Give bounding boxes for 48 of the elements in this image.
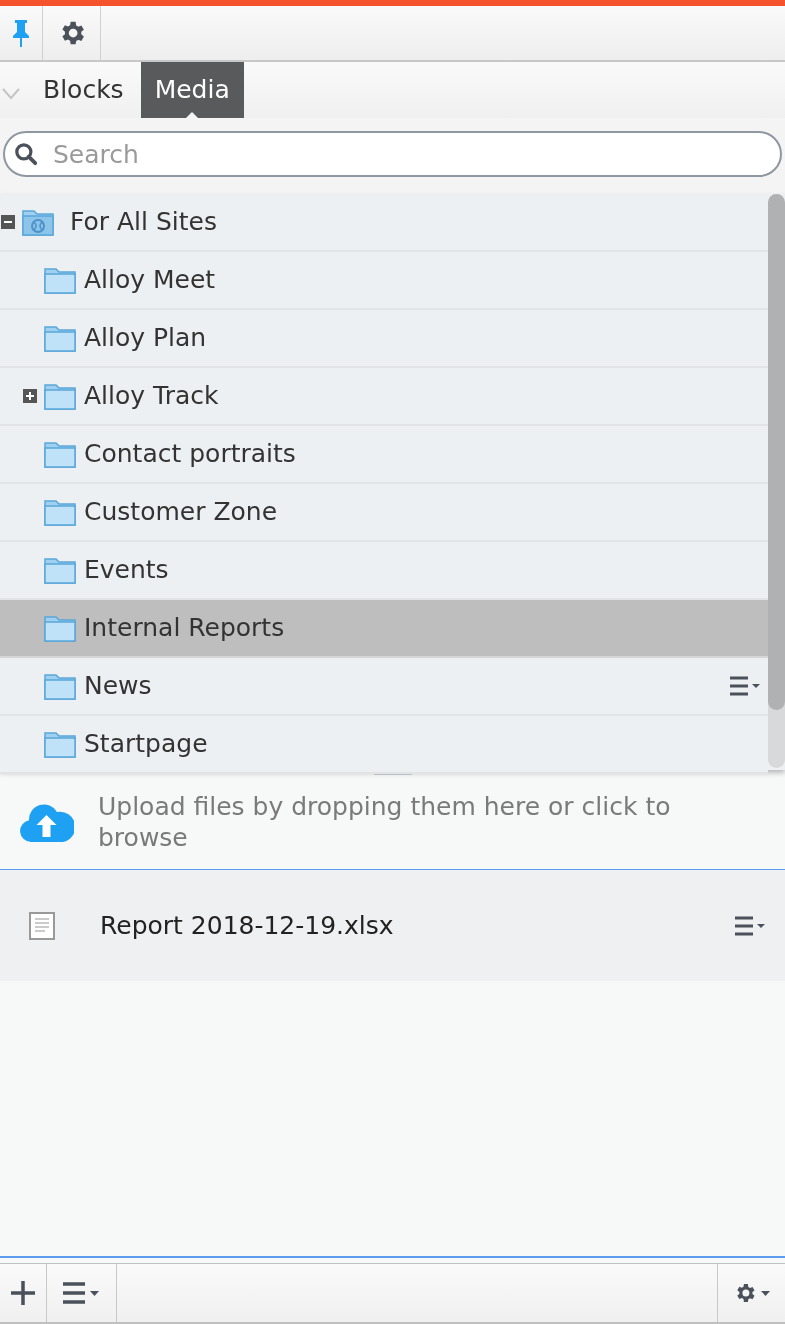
tree-item[interactable]: Contact portraits (0, 426, 768, 484)
collapse-icon[interactable] (0, 214, 16, 230)
resize-handle[interactable] (373, 772, 412, 775)
folder-icon (44, 730, 76, 758)
tree-item[interactable]: Events (0, 542, 768, 600)
tree-item-label: Contact portraits (84, 438, 296, 471)
scrollbar[interactable] (768, 194, 785, 768)
search-icon (13, 141, 39, 167)
tree-item[interactable]: Customer Zone (0, 484, 768, 542)
tree-item[interactable]: Alloy Track (0, 368, 768, 426)
file-item[interactable]: Report 2018-12-19.xlsx (0, 870, 785, 981)
tree-item-label: Events (84, 554, 169, 587)
tree-item[interactable]: Internal Reports (0, 600, 768, 658)
cloud-upload-icon (19, 802, 74, 842)
expand-icon[interactable] (22, 388, 38, 404)
tree-item-label: News (84, 670, 152, 703)
tree-item-label: Alloy Meet (84, 264, 216, 297)
folder-icon (44, 440, 76, 468)
tree-item-label: Internal Reports (84, 612, 285, 645)
menu-icon (62, 1282, 101, 1304)
tree-item[interactable]: News (0, 658, 768, 716)
tree-item-label: Startpage (84, 728, 208, 761)
tree-item[interactable]: Alloy Meet (0, 252, 768, 310)
folder-icon (44, 672, 76, 700)
tree-item[interactable]: For All Sites (0, 194, 768, 252)
tab[interactable]: Blocks (40, 62, 127, 118)
context-menu-icon[interactable] (735, 915, 767, 936)
file-name: Report 2018-12-19.xlsx (100, 909, 395, 942)
folder-icon (44, 498, 76, 526)
tree-item-label: Alloy Track (84, 380, 219, 413)
folder-icon (44, 614, 76, 642)
folder-icon (44, 266, 76, 294)
search-field[interactable]: Search (3, 131, 782, 177)
site-folder-icon (22, 208, 54, 236)
document-icon (29, 911, 55, 940)
tree-item-label: Customer Zone (84, 496, 278, 529)
tree-item-label: Alloy Plan (84, 322, 207, 355)
tab[interactable]: Media (140, 62, 244, 118)
tree-item-label: For All Sites (70, 206, 217, 239)
folder-icon (44, 556, 76, 584)
folder-icon (44, 382, 76, 410)
context-menu-icon[interactable] (730, 676, 762, 696)
upload-hint[interactable]: Upload files by dropping them here or click to browse (98, 791, 785, 853)
tree-item[interactable]: Alloy Plan (0, 310, 768, 368)
pin-icon (12, 18, 30, 48)
tree-item[interactable]: Startpage (0, 716, 768, 774)
add-icon (10, 1280, 36, 1306)
folder-icon (44, 324, 76, 352)
